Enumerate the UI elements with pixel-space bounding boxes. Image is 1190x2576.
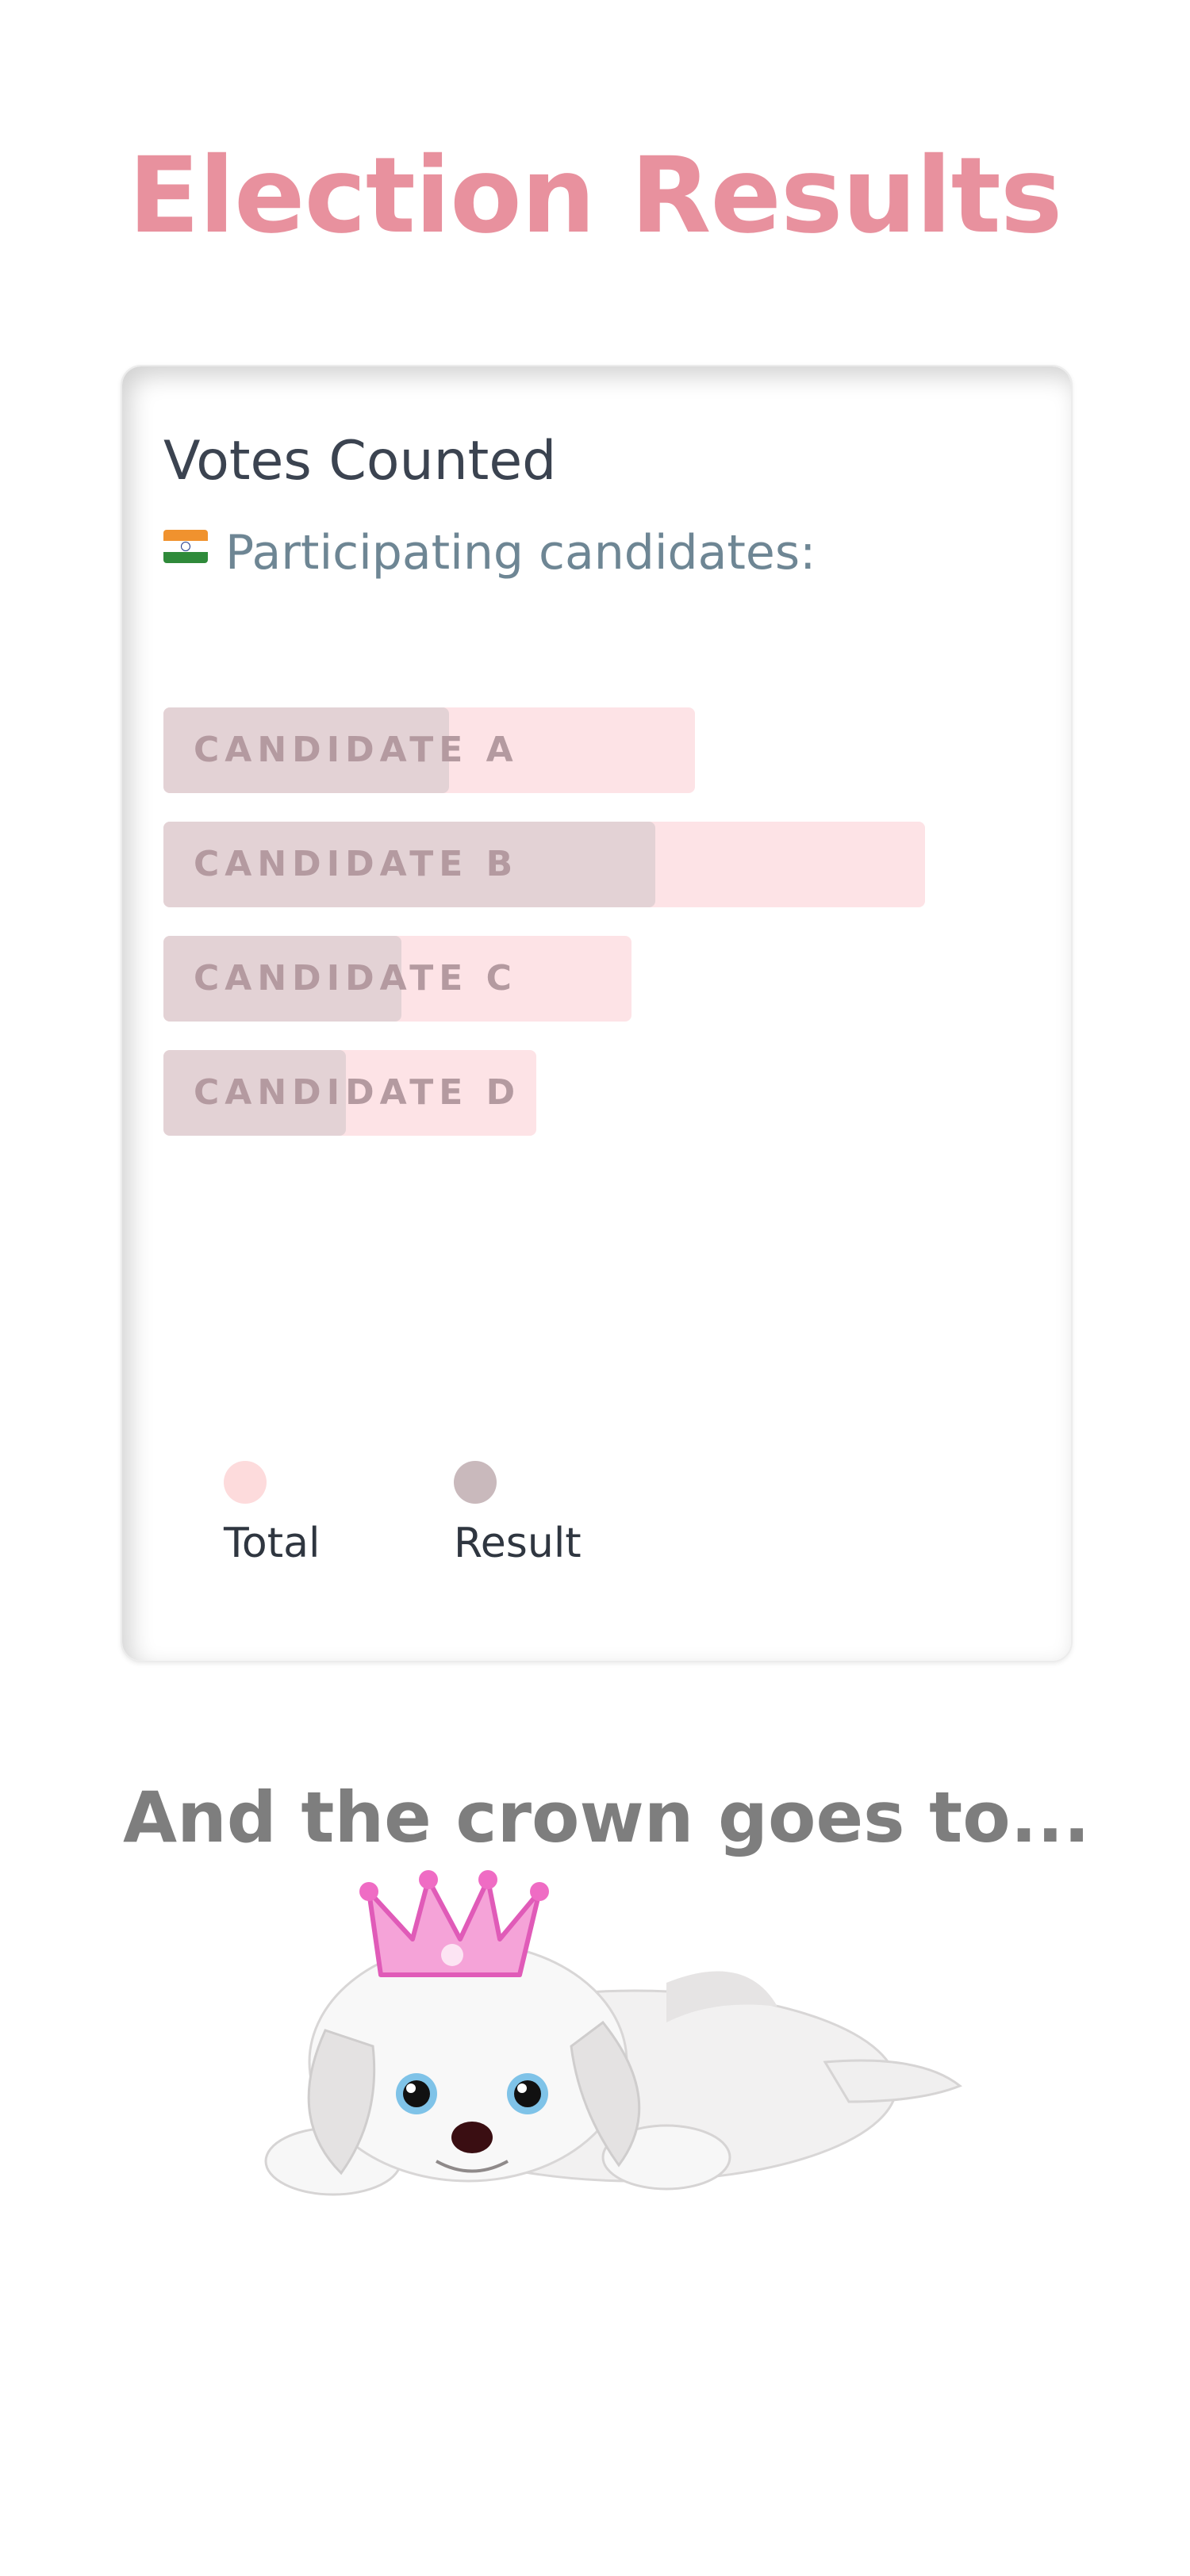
legend-result-label: Result — [454, 1520, 582, 1567]
subtitle-text: Participating candidates: — [225, 525, 816, 581]
bar-label: CANDIDATE C — [194, 958, 517, 999]
legend-result[interactable]: Result — [454, 1461, 582, 1567]
bar-row[interactable]: CANDIDATE A — [163, 707, 1036, 793]
bar-label: CANDIDATE B — [194, 844, 519, 884]
legend-total[interactable]: Total — [224, 1461, 320, 1567]
bar-row[interactable]: CANDIDATE C — [163, 936, 1036, 1022]
puppy-with-crown-illustration — [264, 1870, 962, 2196]
crown-heading: And the crown goes to... — [123, 1777, 1090, 1858]
candidates-subtitle: Participating candidates: — [163, 525, 816, 581]
card-title: Votes Counted — [163, 430, 557, 493]
bar-row[interactable]: CANDIDATE B — [163, 822, 1036, 907]
legend-result-dot — [454, 1461, 497, 1504]
vote-bar-chart: CANDIDATE A CANDIDATE B CANDIDATE C CANDIDA… — [163, 707, 1036, 1183]
bar-label: CANDIDATE D — [194, 1072, 521, 1113]
votes-card: Votes Counted Participating candidates: … — [121, 365, 1073, 1662]
legend-total-label: Total — [224, 1520, 321, 1567]
legend-total-dot — [224, 1461, 267, 1504]
bar-row[interactable]: CANDIDATE D — [163, 1050, 1036, 1136]
bar-label: CANDIDATE A — [194, 730, 519, 770]
india-flag-icon — [163, 530, 208, 563]
page-title: Election Results — [128, 135, 1063, 257]
chart-legend: Total Result — [122, 1461, 1071, 1604]
